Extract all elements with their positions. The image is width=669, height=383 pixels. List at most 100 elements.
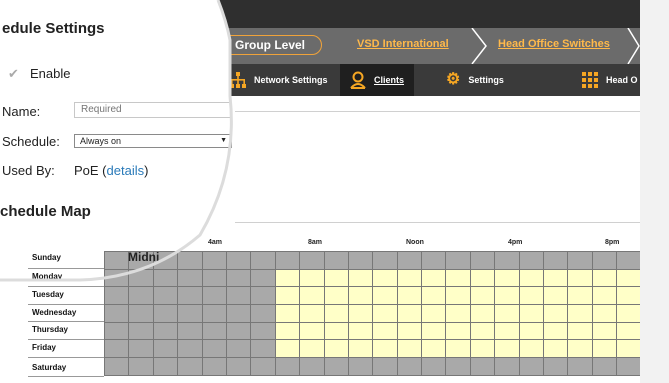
schedule-cell[interactable]: [568, 358, 593, 376]
schedule-cell[interactable]: [275, 340, 301, 359]
schedule-cell[interactable]: [470, 340, 496, 359]
schedule-cell[interactable]: [495, 287, 520, 306]
schedule-cell[interactable]: [300, 305, 325, 323]
schedule-cell[interactable]: [373, 287, 398, 306]
schedule-cell[interactable]: [592, 287, 618, 306]
schedule-cell[interactable]: [568, 252, 593, 270]
schedule-cell[interactable]: [105, 287, 130, 306]
schedule-cell[interactable]: [470, 252, 496, 270]
schedule-cell[interactable]: [397, 269, 423, 288]
schedule-cell[interactable]: [446, 340, 471, 359]
schedule-cell[interactable]: [251, 305, 276, 323]
schedule-cell[interactable]: [202, 252, 227, 270]
schedule-cell[interactable]: [324, 358, 349, 376]
schedule-cell[interactable]: [275, 252, 301, 270]
schedule-cell[interactable]: [568, 269, 593, 288]
schedule-cell[interactable]: [275, 305, 301, 323]
schedule-cell[interactable]: [617, 305, 640, 323]
schedule-cell[interactable]: [446, 322, 471, 341]
schedule-cell[interactable]: [495, 269, 520, 288]
schedule-cell[interactable]: [422, 252, 447, 270]
schedule-cell[interactable]: [495, 252, 520, 270]
schedule-cell[interactable]: [422, 287, 447, 306]
schedule-cell[interactable]: [324, 269, 349, 288]
schedule-cell[interactable]: [251, 340, 276, 359]
schedule-cell[interactable]: [446, 269, 471, 288]
schedule-cell[interactable]: [348, 269, 374, 288]
schedule-cell[interactable]: [202, 287, 227, 306]
schedule-cell[interactable]: [226, 252, 252, 270]
schedule-cell[interactable]: [373, 358, 398, 376]
schedule-cell[interactable]: [617, 322, 640, 341]
schedule-cell[interactable]: [544, 252, 569, 270]
schedule-cell[interactable]: [446, 252, 471, 270]
schedule-cell[interactable]: [470, 287, 496, 306]
tab-clients[interactable]: Clients: [340, 64, 415, 96]
schedule-cell[interactable]: [592, 322, 618, 341]
breadcrumb-network-link[interactable]: Head Office Switches: [498, 38, 610, 50]
schedule-cell[interactable]: [397, 252, 423, 270]
schedule-cell[interactable]: [470, 358, 496, 376]
breadcrumb-org-link[interactable]: VSD International: [357, 38, 449, 50]
schedule-cell[interactable]: [226, 287, 252, 306]
schedule-cell[interactable]: [226, 305, 252, 323]
schedule-cell[interactable]: [592, 305, 618, 323]
schedule-cell[interactable]: [592, 269, 618, 288]
schedule-cell[interactable]: [470, 269, 496, 288]
schedule-cell[interactable]: [446, 287, 471, 306]
schedule-cell[interactable]: [275, 269, 301, 288]
schedule-cell[interactable]: [202, 269, 227, 288]
schedule-cell[interactable]: [373, 305, 398, 323]
enable-checkbox[interactable]: ✔: [8, 66, 19, 82]
schedule-cell[interactable]: [251, 269, 276, 288]
schedule-cell[interactable]: [324, 305, 349, 323]
schedule-cell[interactable]: [202, 358, 227, 376]
schedule-cell[interactable]: [519, 358, 545, 376]
schedule-cell[interactable]: [568, 340, 593, 359]
schedule-cell[interactable]: [348, 305, 374, 323]
schedule-cell[interactable]: [470, 305, 496, 323]
schedule-cell[interactable]: [373, 269, 398, 288]
schedule-cell[interactable]: [519, 287, 545, 306]
schedule-cell[interactable]: [153, 269, 179, 288]
schedule-cell[interactable]: [519, 322, 545, 341]
schedule-cell[interactable]: [324, 252, 349, 270]
schedule-cell[interactable]: [397, 358, 423, 376]
schedule-cell[interactable]: [178, 322, 203, 341]
schedule-cell[interactable]: [324, 322, 349, 341]
schedule-cell[interactable]: [153, 322, 179, 341]
schedule-cell[interactable]: [226, 358, 252, 376]
schedule-cell[interactable]: [178, 252, 203, 270]
schedule-cell[interactable]: [348, 287, 374, 306]
schedule-cell[interactable]: [617, 340, 640, 359]
schedule-cell[interactable]: [324, 287, 349, 306]
schedule-cell[interactable]: [519, 252, 545, 270]
schedule-cell[interactable]: [153, 305, 179, 323]
schedule-cell[interactable]: [348, 322, 374, 341]
schedule-cell[interactable]: [129, 269, 154, 288]
schedule-cell[interactable]: [446, 358, 471, 376]
schedule-cell[interactable]: [251, 358, 276, 376]
schedule-cell[interactable]: [300, 252, 325, 270]
schedule-cell[interactable]: [422, 358, 447, 376]
schedule-cell[interactable]: [275, 322, 301, 341]
schedule-cell[interactable]: [105, 269, 130, 288]
schedule-cell[interactable]: [592, 252, 618, 270]
schedule-cell[interactable]: [617, 358, 640, 376]
schedule-cell[interactable]: [202, 305, 227, 323]
schedule-cell[interactable]: [105, 358, 130, 376]
schedule-cell[interactable]: [495, 322, 520, 341]
schedule-cell[interactable]: [251, 322, 276, 341]
schedule-cell[interactable]: [373, 340, 398, 359]
schedule-cell[interactable]: [202, 340, 227, 359]
schedule-cell[interactable]: [275, 358, 301, 376]
schedule-cell[interactable]: [373, 252, 398, 270]
schedule-cell[interactable]: [519, 340, 545, 359]
schedule-cell[interactable]: [178, 340, 203, 359]
schedule-cell[interactable]: [178, 358, 203, 376]
schedule-cell[interactable]: [105, 252, 130, 270]
schedule-cell[interactable]: [568, 305, 593, 323]
schedule-cell[interactable]: [495, 305, 520, 323]
schedule-cell[interactable]: [300, 287, 325, 306]
schedule-cell[interactable]: [129, 322, 154, 341]
